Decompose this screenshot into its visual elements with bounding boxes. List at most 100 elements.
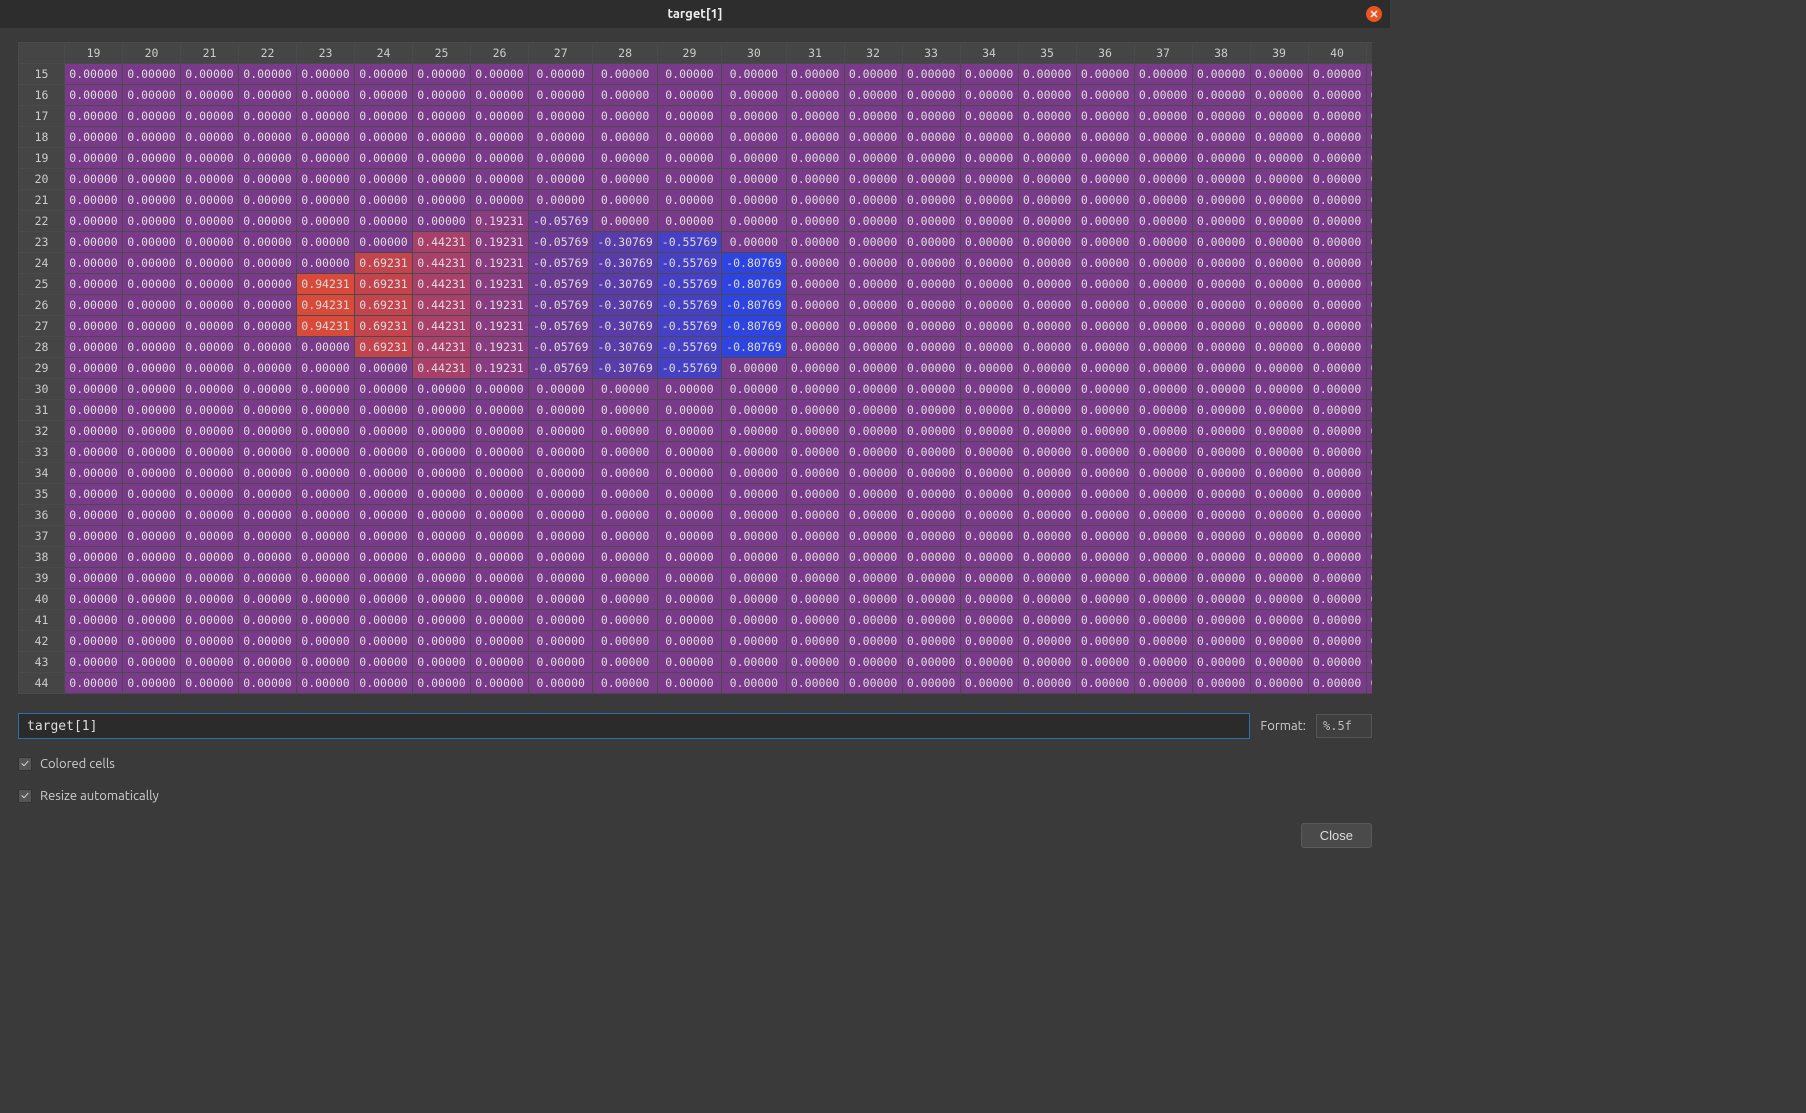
- window-close-button[interactable]: [1366, 6, 1382, 22]
- grid-cell[interactable]: 0.00000: [1018, 610, 1076, 631]
- grid-cell[interactable]: 0.00000: [65, 568, 123, 589]
- grid-cell-partial[interactable]: 0.: [1366, 148, 1372, 169]
- grid-cell[interactable]: 0.00000: [413, 211, 471, 232]
- grid-cell[interactable]: 0.00000: [181, 316, 239, 337]
- grid-cell[interactable]: 0.00000: [1192, 211, 1250, 232]
- grid-cell[interactable]: 0.00000: [529, 442, 593, 463]
- grid-cell[interactable]: 0.00000: [593, 610, 657, 631]
- grid-cell[interactable]: 0.00000: [1192, 442, 1250, 463]
- grid-cell-partial[interactable]: 0.: [1366, 316, 1372, 337]
- grid-cell[interactable]: 0.00000: [960, 64, 1018, 85]
- row-header[interactable]: 41: [19, 610, 65, 631]
- grid-cell[interactable]: 0.00000: [902, 148, 960, 169]
- grid-cell[interactable]: 0.00000: [902, 379, 960, 400]
- grid-cell[interactable]: 0.00000: [960, 253, 1018, 274]
- grid-cell[interactable]: 0.00000: [1076, 547, 1134, 568]
- grid-cell[interactable]: -0.05769: [529, 274, 593, 295]
- grid-cell[interactable]: 0.00000: [1192, 547, 1250, 568]
- grid-cell[interactable]: 0.00000: [722, 148, 786, 169]
- grid-cell[interactable]: 0.00000: [1250, 274, 1308, 295]
- grid-cell[interactable]: 0.00000: [181, 484, 239, 505]
- grid-cell[interactable]: 0.00000: [1250, 589, 1308, 610]
- grid-cell[interactable]: 0.00000: [722, 106, 786, 127]
- col-header[interactable]: 30: [722, 43, 786, 64]
- grid-cell[interactable]: 0.00000: [123, 673, 181, 694]
- grid-cell[interactable]: 0.00000: [1250, 337, 1308, 358]
- grid-cell[interactable]: 0.00000: [123, 526, 181, 547]
- grid-cell[interactable]: 0.00000: [960, 379, 1018, 400]
- grid-cell[interactable]: 0.00000: [1250, 505, 1308, 526]
- grid-cell[interactable]: 0.00000: [529, 589, 593, 610]
- grid-cell[interactable]: 0.00000: [1076, 190, 1134, 211]
- grid-cell[interactable]: 0.00000: [181, 85, 239, 106]
- grid-cell[interactable]: 0.00000: [786, 190, 844, 211]
- grid-cell-partial[interactable]: 0.: [1366, 610, 1372, 631]
- col-header[interactable]: 39: [1250, 43, 1308, 64]
- grid-cell[interactable]: -0.55769: [657, 253, 721, 274]
- grid-cell[interactable]: 0.00000: [593, 106, 657, 127]
- grid-cell[interactable]: 0.00000: [1308, 610, 1366, 631]
- grid-cell[interactable]: 0.00000: [355, 631, 413, 652]
- grid-cell[interactable]: 0.00000: [1134, 274, 1192, 295]
- grid-cell-partial[interactable]: 0.: [1366, 232, 1372, 253]
- grid-cell[interactable]: 0.00000: [471, 400, 529, 421]
- grid-cell[interactable]: 0.00000: [181, 106, 239, 127]
- grid-cell[interactable]: 0.00000: [722, 505, 786, 526]
- grid-cell[interactable]: 0.00000: [1076, 610, 1134, 631]
- grid-cell[interactable]: 0.00000: [1018, 631, 1076, 652]
- grid-cell[interactable]: 0.00000: [786, 253, 844, 274]
- row-header[interactable]: 33: [19, 442, 65, 463]
- row-header[interactable]: 23: [19, 232, 65, 253]
- grid-cell[interactable]: 0.19231: [471, 358, 529, 379]
- grid-cell[interactable]: 0.00000: [786, 610, 844, 631]
- grid-cell[interactable]: 0.00000: [1076, 211, 1134, 232]
- col-header[interactable]: 37: [1134, 43, 1192, 64]
- grid-cell[interactable]: 0.00000: [1134, 85, 1192, 106]
- grid-cell[interactable]: -0.05769: [529, 337, 593, 358]
- grid-cell[interactable]: 0.00000: [65, 190, 123, 211]
- grid-cell[interactable]: 0.00000: [902, 253, 960, 274]
- grid-cell[interactable]: 0.00000: [844, 463, 902, 484]
- grid-cell[interactable]: 0.00000: [1192, 526, 1250, 547]
- colored-cells-row[interactable]: Colored cells: [18, 757, 1372, 771]
- grid-cell[interactable]: 0.00000: [65, 589, 123, 610]
- grid-cell[interactable]: 0.00000: [844, 85, 902, 106]
- grid-cell[interactable]: 0.00000: [902, 190, 960, 211]
- grid-cell[interactable]: 0.94231: [297, 295, 355, 316]
- grid-cell[interactable]: 0.00000: [722, 379, 786, 400]
- grid-cell[interactable]: 0.00000: [844, 148, 902, 169]
- grid-cell[interactable]: 0.00000: [786, 295, 844, 316]
- grid-cell[interactable]: 0.00000: [844, 610, 902, 631]
- row-header[interactable]: 37: [19, 526, 65, 547]
- row-header[interactable]: 39: [19, 568, 65, 589]
- grid-cell[interactable]: 0.00000: [239, 358, 297, 379]
- row-header[interactable]: 19: [19, 148, 65, 169]
- grid-cell[interactable]: 0.00000: [593, 568, 657, 589]
- grid-cell[interactable]: 0.00000: [65, 295, 123, 316]
- grid-cell[interactable]: 0.00000: [786, 316, 844, 337]
- grid-cell[interactable]: 0.00000: [471, 148, 529, 169]
- grid-cell[interactable]: 0.00000: [123, 337, 181, 358]
- grid-cell[interactable]: 0.00000: [657, 379, 721, 400]
- grid-cell[interactable]: 0.00000: [181, 358, 239, 379]
- grid-cell[interactable]: 0.00000: [1192, 463, 1250, 484]
- grid-cell[interactable]: 0.00000: [239, 505, 297, 526]
- grid-cell[interactable]: 0.19231: [471, 232, 529, 253]
- grid-cell[interactable]: 0.00000: [239, 190, 297, 211]
- grid-cell[interactable]: 0.00000: [1250, 211, 1308, 232]
- col-header[interactable]: 34: [960, 43, 1018, 64]
- grid-cell[interactable]: 0.00000: [1018, 85, 1076, 106]
- grid-cell[interactable]: 0.00000: [593, 400, 657, 421]
- grid-cell[interactable]: 0.44231: [413, 337, 471, 358]
- grid-cell[interactable]: 0.00000: [239, 148, 297, 169]
- grid-cell[interactable]: 0.00000: [1076, 442, 1134, 463]
- grid-cell[interactable]: 0.00000: [1018, 463, 1076, 484]
- col-header[interactable]: 20: [123, 43, 181, 64]
- grid-cell[interactable]: 0.00000: [960, 358, 1018, 379]
- grid-cell[interactable]: 0.00000: [1192, 484, 1250, 505]
- row-header[interactable]: 30: [19, 379, 65, 400]
- grid-cell[interactable]: 0.00000: [593, 484, 657, 505]
- grid-cell[interactable]: 0.44231: [413, 295, 471, 316]
- grid-cell[interactable]: 0.00000: [297, 673, 355, 694]
- grid-cell[interactable]: 0.19231: [471, 274, 529, 295]
